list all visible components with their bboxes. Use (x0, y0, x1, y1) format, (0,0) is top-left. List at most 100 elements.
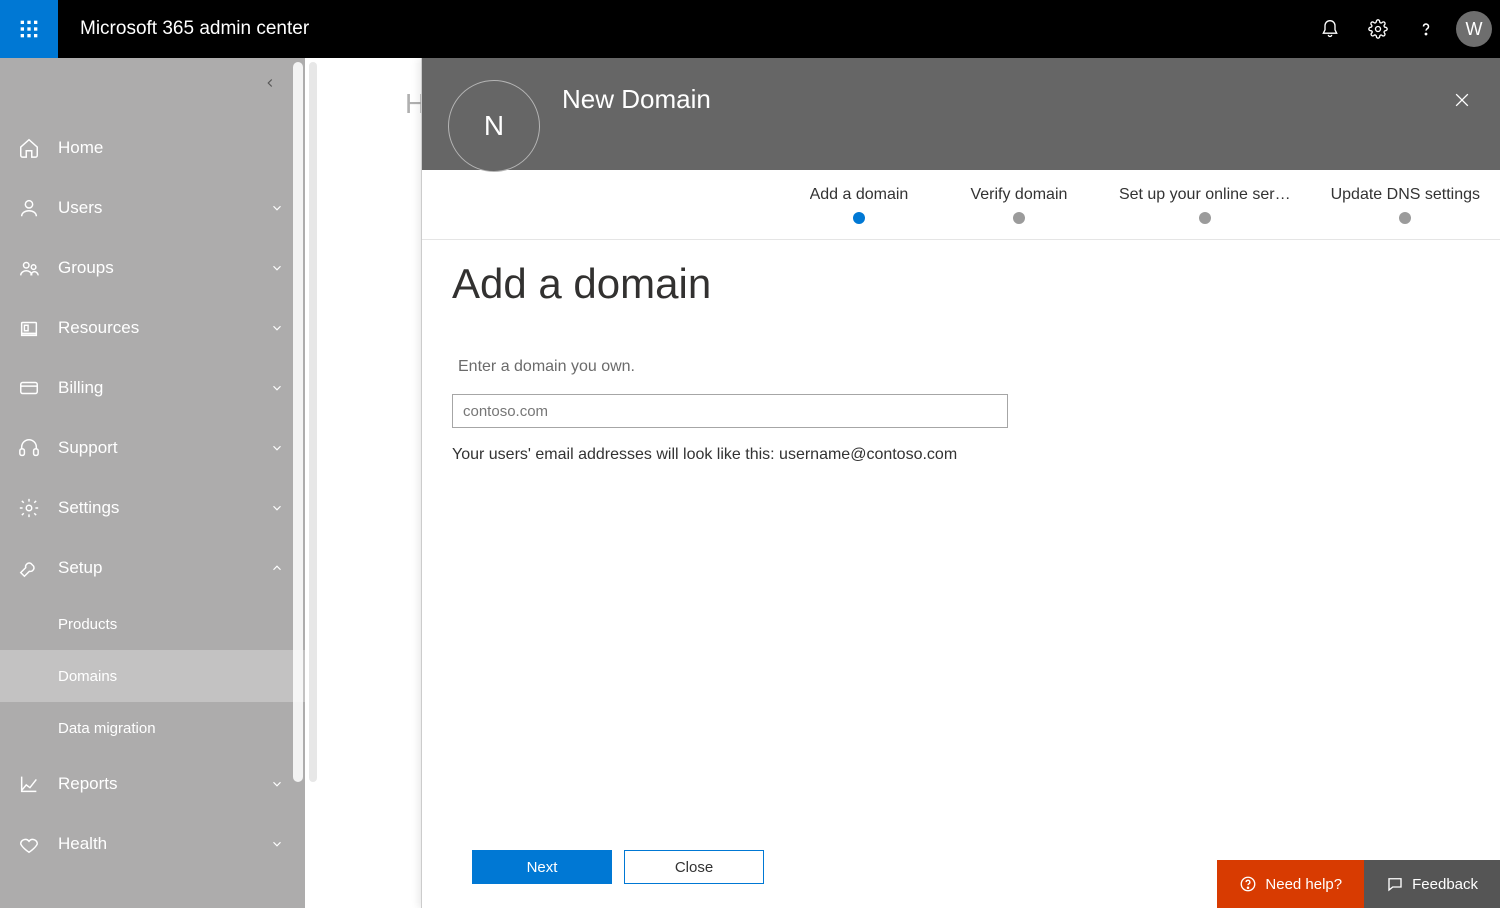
close-panel-button[interactable] (1446, 84, 1478, 116)
feedback-button[interactable]: Feedback (1364, 860, 1500, 908)
avatar-initial: W (1466, 19, 1483, 40)
sidebar-item-support[interactable]: Support (0, 418, 305, 478)
sidebar-subitem-label: Data migration (58, 720, 156, 737)
domain-field-label: Enter a domain you own. (458, 358, 1470, 376)
groups-icon (18, 257, 40, 279)
step-label: Add a domain (810, 186, 909, 204)
top-bar: Microsoft 365 admin center W (0, 0, 1500, 58)
step-dot-icon (1013, 212, 1025, 224)
close-icon (1452, 90, 1472, 110)
step-label: Verify domain (970, 186, 1067, 204)
domain-input[interactable] (452, 394, 1008, 428)
help-button[interactable] (1402, 0, 1450, 58)
bell-icon (1320, 19, 1340, 39)
gear-icon (1368, 19, 1388, 39)
sidebar-subitem-data-migration[interactable]: Data migration (0, 702, 305, 754)
panel-badge: N (448, 80, 540, 172)
sidebar-item-label: Groups (58, 258, 267, 278)
sidebar-item-home[interactable]: Home (0, 118, 305, 178)
sidebar-item-label: Settings (58, 498, 267, 518)
wrench-icon (18, 557, 40, 579)
sidebar-item-label: Health (58, 834, 267, 854)
sidebar: Home Users Groups Resources Billing (0, 58, 305, 908)
sidebar-item-label: Billing (58, 378, 267, 398)
chat-icon (1386, 875, 1404, 893)
sidebar-subitem-label: Products (58, 616, 117, 633)
domain-hint: Your users' email addresses will look li… (452, 446, 1470, 464)
question-circle-icon (1239, 875, 1257, 893)
sidebar-item-health[interactable]: Health (0, 814, 305, 874)
panel-badge-letter: N (484, 110, 504, 142)
chevron-down-icon (270, 837, 284, 851)
wizard-stepper: Add a domain Verify domain Set up your o… (422, 170, 1500, 240)
chevron-down-icon (270, 441, 284, 455)
sidebar-item-settings[interactable]: Settings (0, 478, 305, 538)
sidebar-item-label: Setup (58, 558, 267, 578)
sidebar-item-users[interactable]: Users (0, 178, 305, 238)
button-label: Feedback (1412, 876, 1478, 893)
step-dot-icon (853, 212, 865, 224)
sidebar-item-reports[interactable]: Reports (0, 754, 305, 814)
gear-icon (18, 497, 40, 519)
collapse-sidebar-button[interactable] (263, 76, 277, 95)
chevron-down-icon (270, 501, 284, 515)
panel-title: New Domain (562, 84, 711, 115)
button-label: Next (527, 859, 558, 876)
sidebar-item-setup[interactable]: Setup (0, 538, 305, 598)
notifications-button[interactable] (1306, 0, 1354, 58)
reports-icon (18, 773, 40, 795)
button-label: Close (675, 859, 713, 876)
sidebar-item-resources[interactable]: Resources (0, 298, 305, 358)
step-verify-domain[interactable]: Verify domain (959, 186, 1079, 224)
sidebar-subitem-products[interactable]: Products (0, 598, 305, 650)
waffle-icon (19, 19, 39, 39)
app-title: Microsoft 365 admin center (80, 18, 1306, 40)
resources-icon (18, 317, 40, 339)
sidebar-item-label: Home (58, 138, 287, 158)
panel-header: N New Domain (422, 58, 1500, 170)
chevron-up-icon (270, 561, 284, 575)
sidebar-subitem-label: Domains (58, 668, 117, 685)
close-button[interactable]: Close (624, 850, 764, 884)
top-bar-right: W (1306, 0, 1500, 58)
step-add-domain[interactable]: Add a domain (799, 186, 919, 224)
sidebar-scrollbar[interactable] (293, 62, 303, 782)
chevron-down-icon (270, 201, 284, 215)
question-icon (1416, 19, 1436, 39)
account-avatar[interactable]: W (1456, 11, 1492, 47)
step-dot-icon (1399, 212, 1411, 224)
step-label: Set up your online ser… (1119, 186, 1291, 204)
billing-icon (18, 377, 40, 399)
next-button[interactable]: Next (472, 850, 612, 884)
nav: Home Users Groups Resources Billing (0, 118, 305, 874)
chevron-left-icon (263, 76, 277, 90)
panel-heading: Add a domain (452, 260, 1470, 308)
sidebar-item-groups[interactable]: Groups (0, 238, 305, 298)
step-dot-icon (1199, 212, 1211, 224)
settings-button[interactable] (1354, 0, 1402, 58)
user-icon (18, 197, 40, 219)
step-update-dns[interactable]: Update DNS settings (1331, 186, 1480, 224)
chevron-down-icon (270, 321, 284, 335)
chevron-down-icon (270, 381, 284, 395)
sidebar-item-label: Resources (58, 318, 267, 338)
chevron-down-icon (270, 261, 284, 275)
chevron-down-icon (270, 777, 284, 791)
sidebar-item-billing[interactable]: Billing (0, 358, 305, 418)
footer-floaters: Need help? Feedback (1217, 860, 1500, 908)
step-setup-services[interactable]: Set up your online ser… (1119, 186, 1291, 224)
button-label: Need help? (1265, 876, 1342, 893)
main-scrollbar[interactable] (309, 62, 317, 782)
sidebar-item-label: Users (58, 198, 267, 218)
step-label: Update DNS settings (1331, 186, 1480, 204)
panel-body: Add a domain Enter a domain you own. You… (422, 240, 1500, 850)
home-icon (18, 137, 40, 159)
health-icon (18, 833, 40, 855)
need-help-button[interactable]: Need help? (1217, 860, 1364, 908)
app-launcher-button[interactable] (0, 0, 58, 58)
support-icon (18, 437, 40, 459)
sidebar-item-label: Reports (58, 774, 267, 794)
new-domain-panel: N New Domain Add a domain Verify domain … (421, 58, 1500, 908)
sidebar-item-label: Support (58, 438, 267, 458)
sidebar-subitem-domains[interactable]: Domains (0, 650, 305, 702)
